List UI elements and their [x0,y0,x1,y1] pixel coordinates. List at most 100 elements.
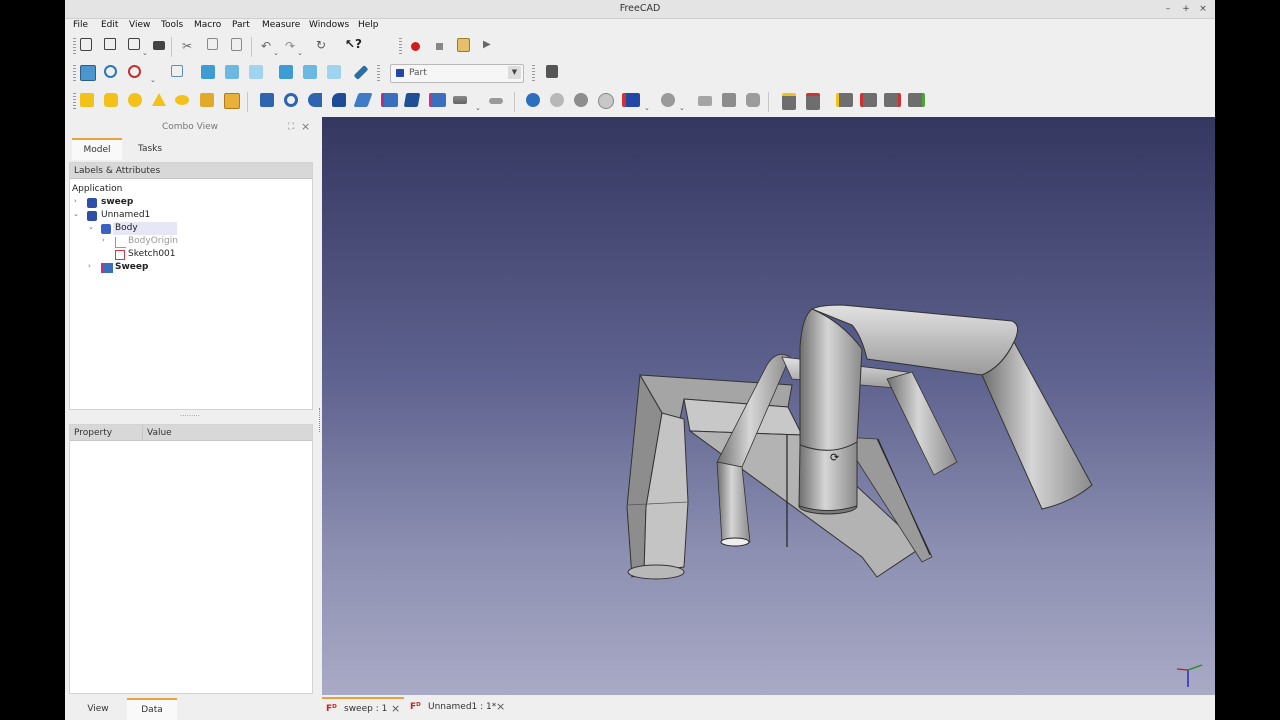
large-pipe-shape[interactable]: ⟳ [798,304,1093,515]
chevron-down-icon[interactable]: ⌄ [142,49,148,57]
chevron-right-icon[interactable]: › [102,236,105,244]
chevron-down-icon[interactable]: ⌄ [73,210,79,218]
toolbar-grip[interactable] [399,38,402,56]
view-isometric-icon[interactable] [171,65,183,77]
menu-macro[interactable]: Macro [194,20,221,30]
fit-all-icon[interactable] [80,65,96,81]
tree-root-application[interactable]: Application [72,183,122,196]
part-torus-icon[interactable] [175,95,189,105]
part-section-icon[interactable] [453,96,467,104]
tab-tasks[interactable]: Tasks [125,139,175,159]
redo-icon[interactable]: ↷ [285,39,295,53]
part-offset-icon[interactable] [722,93,736,107]
part-join-icon[interactable] [622,93,640,107]
chevron-down-icon[interactable]: ⌄ [273,49,279,57]
measure-clear-icon[interactable] [860,93,877,107]
chevron-right-icon[interactable]: › [74,197,77,205]
part-extrude-icon[interactable] [260,93,274,107]
refresh-icon[interactable]: ↻ [316,38,326,52]
close-window-button[interactable]: × [1196,2,1210,16]
model-render[interactable]: ⟳ [322,117,1215,695]
menu-file[interactable]: File [73,20,88,30]
close-panel-icon[interactable]: × [301,120,310,133]
part-cut-icon[interactable] [550,93,564,107]
menu-measure[interactable]: Measure [262,20,300,30]
execute-macro-icon[interactable]: ▶ [483,39,491,50]
measure-toggle-3d-icon[interactable] [908,93,925,107]
tab-model[interactable]: Model [72,138,122,160]
new-file-icon[interactable] [80,38,92,51]
hex-sweep-shape[interactable] [626,373,933,580]
chevron-right-icon[interactable]: › [88,262,91,270]
stop-macro-icon[interactable] [436,43,443,50]
part-revolve-icon[interactable] [284,93,298,107]
tree-item-body[interactable]: Body [113,222,177,235]
measure-refresh-icon[interactable] [836,93,853,107]
menu-help[interactable]: Help [358,20,379,30]
toolbar-grip[interactable] [73,65,76,83]
tree-item-sketch001[interactable]: Sketch001 [128,248,176,261]
part-projection-icon[interactable] [746,93,760,107]
view-left-icon[interactable] [327,65,341,79]
view-front-icon[interactable] [201,65,215,79]
doc-tab-sweep[interactable]: Fᴰ sweep : 1 × [322,697,404,719]
chevron-down-icon[interactable]: ⌄ [475,104,481,112]
print-icon[interactable] [153,41,165,50]
open-file-icon[interactable] [104,38,116,50]
part-sweep-icon[interactable] [429,93,446,107]
panel-splitter[interactable]: ········· [67,413,313,420]
chevron-down-icon[interactable]: ⌄ [88,223,94,231]
paste-icon[interactable] [231,38,242,51]
measure-angular-icon[interactable] [806,93,820,110]
part-mirror-icon[interactable] [308,93,322,107]
tree-item-sweep-doc[interactable]: sweep [101,196,133,209]
draw-style-icon[interactable] [128,65,141,78]
tree-header[interactable]: Labels & Attributes [70,163,175,179]
chevron-down-icon[interactable]: ⌄ [644,104,650,112]
calculator-icon[interactable] [546,65,558,78]
part-thickness-icon[interactable] [489,98,503,104]
close-icon[interactable]: × [496,697,505,717]
part-fillet-icon[interactable] [332,93,346,107]
part-split-icon[interactable] [661,93,675,107]
part-boolean-icon[interactable] [526,93,540,107]
measure-distance-icon[interactable] [353,65,369,80]
part-cone-icon[interactable] [152,93,166,106]
menu-view[interactable]: View [129,20,150,30]
view-right-icon[interactable] [249,65,263,79]
tree-item-unnamed1[interactable]: Unnamed1 [101,209,150,222]
workbench-selector[interactable]: Part ▼ [390,64,524,83]
minimize-button[interactable]: – [1161,2,1175,16]
whats-this-icon[interactable]: ↖? [345,37,362,51]
view-rear-icon[interactable] [279,65,293,79]
menu-edit[interactable]: Edit [101,20,118,30]
copy-icon[interactable] [207,38,218,50]
measure-toggle-all-icon[interactable] [884,93,901,107]
toolbar-grip[interactable] [73,93,76,111]
part-sphere-icon[interactable] [128,93,142,107]
part-chamfer-icon[interactable] [353,93,373,107]
part-fuse-icon[interactable] [574,93,588,107]
menu-tools[interactable]: Tools [161,20,183,30]
fit-selection-icon[interactable] [104,65,117,78]
part-box-icon[interactable] [80,93,94,107]
3d-viewport[interactable]: ⟳ [322,117,1215,695]
part-primitives-icon[interactable] [224,93,240,109]
close-icon[interactable]: × [391,699,400,719]
part-loft-icon[interactable] [403,93,421,107]
chevron-down-icon[interactable]: ⌄ [297,49,303,57]
toolbar-grip[interactable] [73,38,76,56]
maximize-button[interactable]: + [1179,2,1193,16]
doc-tab-unnamed1[interactable]: Fᴰ Unnamed1 : 1* × [408,697,508,717]
chevron-down-icon[interactable]: ▼ [508,66,521,79]
menu-part[interactable]: Part [232,20,250,30]
cut-icon[interactable]: ✂ [182,39,192,53]
tab-view[interactable]: View [73,699,123,719]
chevron-down-icon[interactable]: ⌄ [679,104,685,112]
chevron-down-icon[interactable]: ⌄ [150,76,156,84]
tree-item-bodyorigin[interactable]: BodyOrigin [128,235,178,248]
value-header[interactable]: Value [142,425,312,441]
view-bottom-icon[interactable] [303,65,317,79]
tab-data[interactable]: Data [127,698,177,720]
property-header[interactable]: Property [70,425,142,441]
